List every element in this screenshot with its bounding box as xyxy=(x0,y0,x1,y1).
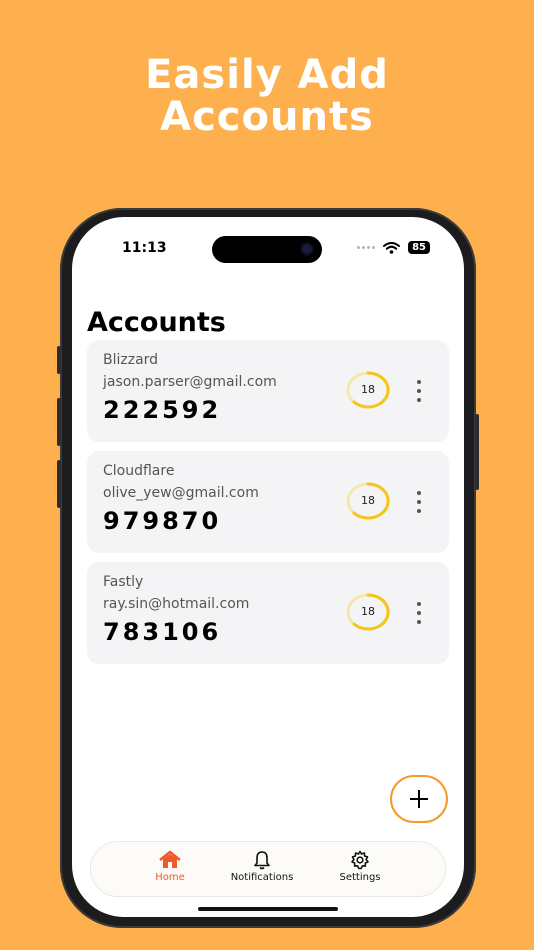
account-card[interactable]: Cloudflare olive_yew@gmail.com 979870 18 xyxy=(87,451,449,553)
account-service: Blizzard xyxy=(103,352,159,368)
status-indicators: 85 xyxy=(357,241,430,254)
tab-home[interactable]: Home xyxy=(125,850,215,883)
countdown-timer: 18 xyxy=(345,592,391,632)
more-options-icon[interactable] xyxy=(407,378,431,404)
timer-seconds: 18 xyxy=(361,605,375,618)
status-time: 11:13 xyxy=(122,240,167,256)
phone-volume-down-button xyxy=(57,460,61,508)
more-options-icon[interactable] xyxy=(407,600,431,626)
add-account-button[interactable] xyxy=(390,775,448,823)
gear-icon xyxy=(351,850,369,870)
tab-label: Home xyxy=(155,872,185,883)
phone-power-button xyxy=(475,414,479,490)
tab-label: Notifications xyxy=(230,872,294,883)
home-icon xyxy=(159,850,181,868)
promo-headline: Easily Add Accounts xyxy=(0,54,534,138)
more-options-icon[interactable] xyxy=(407,489,431,515)
headline-line-1: Easily Add xyxy=(145,52,389,98)
account-card[interactable]: Fastly ray.sin@hotmail.com 783106 18 xyxy=(87,562,449,664)
home-indicator xyxy=(198,907,338,911)
camera-icon xyxy=(302,244,312,254)
phone-screen: 11:13 85 Accounts Blizzard jason.parser@… xyxy=(72,217,464,917)
battery-indicator: 85 xyxy=(408,241,430,254)
timer-seconds: 18 xyxy=(361,494,375,507)
account-email: ray.sin@hotmail.com xyxy=(103,596,250,612)
wifi-icon xyxy=(383,241,401,254)
phone-frame: 11:13 85 Accounts Blizzard jason.parser@… xyxy=(57,208,479,928)
cellular-signal-icon xyxy=(357,246,376,249)
account-code[interactable]: 222592 xyxy=(103,396,221,424)
account-email: jason.parser@gmail.com xyxy=(103,374,277,390)
dynamic-island xyxy=(212,236,322,263)
page-title: Accounts xyxy=(87,307,226,338)
account-email: olive_yew@gmail.com xyxy=(103,485,259,501)
tab-label: Settings xyxy=(339,872,381,883)
tab-notifications[interactable]: Notifications xyxy=(217,850,307,883)
bell-icon xyxy=(254,851,270,870)
account-code[interactable]: 783106 xyxy=(103,618,221,646)
phone-action-button xyxy=(57,346,61,374)
phone-volume-up-button xyxy=(57,398,61,446)
account-service: Fastly xyxy=(103,574,144,590)
account-code[interactable]: 979870 xyxy=(103,507,221,535)
account-service: Cloudflare xyxy=(103,463,175,479)
countdown-timer: 18 xyxy=(345,481,391,521)
timer-seconds: 18 xyxy=(361,383,375,396)
tab-settings[interactable]: Settings xyxy=(315,850,405,883)
countdown-timer: 18 xyxy=(345,370,391,410)
account-card[interactable]: Blizzard jason.parser@gmail.com 222592 1… xyxy=(87,340,449,442)
bottom-tab-bar: Home Notifications Settings xyxy=(90,841,446,897)
plus-icon xyxy=(410,790,428,808)
headline-line-2: Accounts xyxy=(160,94,374,140)
